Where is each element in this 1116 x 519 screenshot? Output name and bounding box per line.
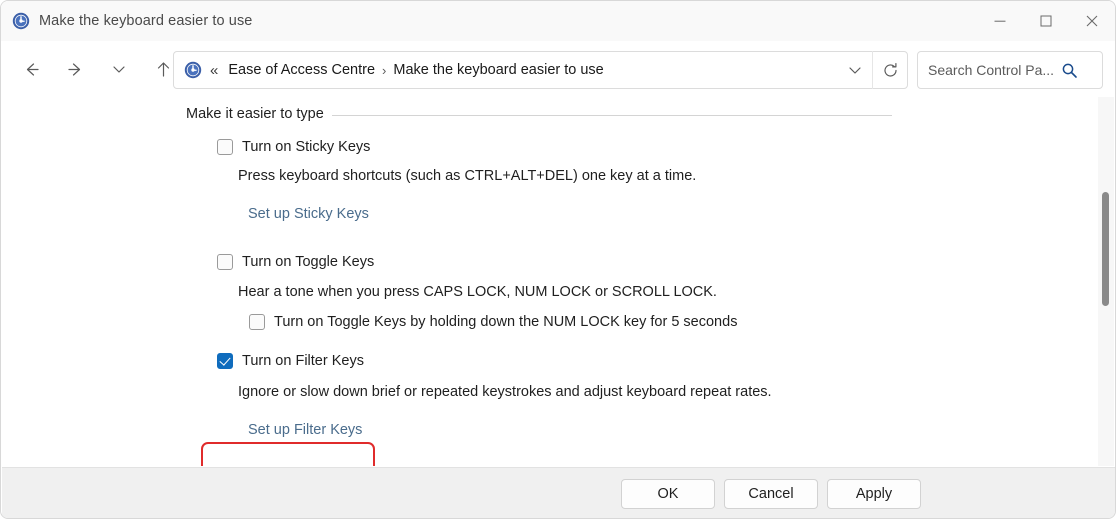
setup-filter-keys-link[interactable]: Set up Filter Keys	[248, 422, 362, 438]
search-icon[interactable]	[1054, 55, 1084, 85]
toggle-keys-checkbox[interactable]	[217, 254, 233, 270]
section-header: Make it easier to type	[186, 106, 892, 122]
address-dropdown-icon[interactable]	[838, 53, 872, 87]
breadcrumb-item-ease-of-access[interactable]: Ease of Access Centre	[228, 62, 375, 78]
toggle-keys-numlock-label: Turn on Toggle Keys by holding down the …	[274, 314, 738, 330]
ok-button[interactable]: OK	[621, 479, 715, 509]
close-icon[interactable]	[1069, 1, 1115, 41]
title-bar: Make the keyboard easier to use	[1, 1, 1115, 41]
search-input[interactable]	[928, 62, 1054, 78]
breadcrumb-overflow-icon[interactable]: «	[210, 63, 218, 78]
sticky-keys-description: Press keyboard shortcuts (such as CTRL+A…	[238, 168, 697, 184]
maximize-icon[interactable]	[1023, 1, 1069, 41]
minimize-icon[interactable]	[977, 1, 1023, 41]
ease-of-access-icon	[184, 61, 202, 79]
section-divider	[331, 115, 892, 116]
toggle-keys-numlock-checkbox-row[interactable]: Turn on Toggle Keys by holding down the …	[249, 314, 737, 330]
control-panel-window: Make the keyboard easier to use « Ease o…	[0, 0, 1116, 519]
chevron-down-icon[interactable]	[103, 53, 135, 85]
forward-arrow-icon[interactable]	[59, 53, 91, 85]
filter-keys-description: Ignore or slow down brief or repeated ke…	[238, 384, 772, 400]
settings-content: Make it easier to type Turn on Sticky Ke…	[2, 97, 1115, 466]
window-title: Make the keyboard easier to use	[39, 13, 253, 29]
filter-keys-checkbox[interactable]	[217, 353, 233, 369]
setup-sticky-keys-link[interactable]: Set up Sticky Keys	[248, 206, 369, 222]
toggle-keys-numlock-checkbox[interactable]	[249, 314, 265, 330]
apply-button[interactable]: Apply	[827, 479, 921, 509]
breadcrumb-item-current[interactable]: Make the keyboard easier to use	[393, 62, 603, 78]
address-bar[interactable]: « Ease of Access Centre › Make the keybo…	[173, 51, 908, 89]
refresh-icon[interactable]	[873, 53, 907, 87]
filter-keys-checkbox-row[interactable]: Turn on Filter Keys	[217, 353, 364, 369]
back-arrow-icon[interactable]	[15, 53, 47, 85]
window-controls	[977, 1, 1115, 41]
section-title: Make it easier to type	[186, 106, 324, 122]
toggle-keys-label: Turn on Toggle Keys	[242, 254, 375, 270]
filter-keys-label: Turn on Filter Keys	[242, 353, 364, 369]
title-bar-left: Make the keyboard easier to use	[1, 12, 977, 30]
cancel-button[interactable]: Cancel	[724, 479, 818, 509]
vertical-scrollbar[interactable]	[1098, 97, 1114, 466]
ease-of-access-icon	[12, 12, 30, 30]
breadcrumb-separator-icon: ›	[382, 62, 387, 78]
scrollbar-thumb[interactable]	[1102, 192, 1109, 306]
sticky-keys-checkbox[interactable]	[217, 139, 233, 155]
sticky-keys-checkbox-row[interactable]: Turn on Sticky Keys	[217, 139, 370, 155]
sticky-keys-label: Turn on Sticky Keys	[242, 139, 371, 155]
filter-keys-highlight-annotation	[201, 442, 375, 466]
toggle-keys-description: Hear a tone when you press CAPS LOCK, NU…	[238, 284, 717, 300]
dialog-footer: OK Cancel Apply	[2, 467, 1115, 518]
search-box[interactable]	[917, 51, 1103, 89]
toggle-keys-checkbox-row[interactable]: Turn on Toggle Keys	[217, 254, 374, 270]
